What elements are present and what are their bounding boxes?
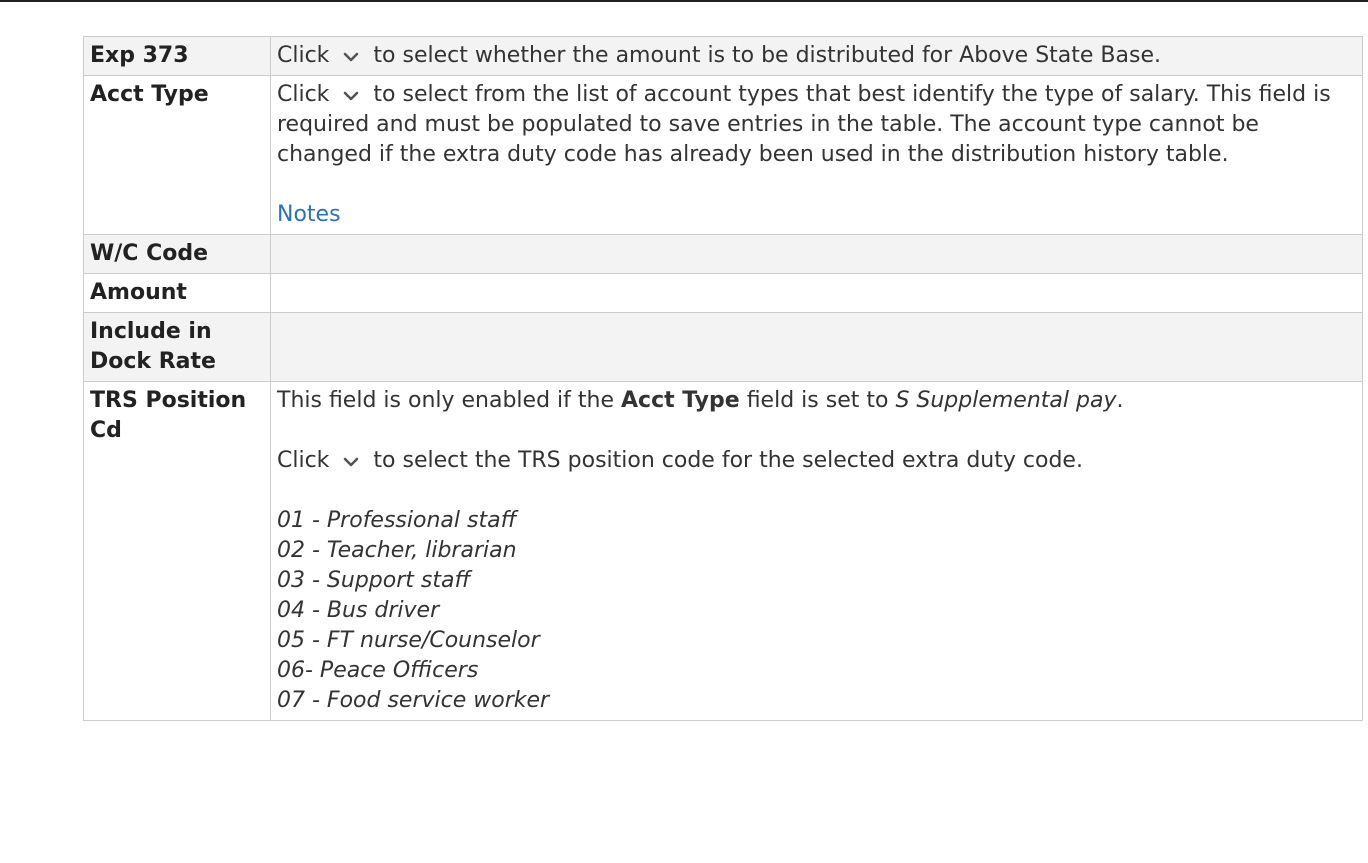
field-description: Click to select whether the amount is to… (270, 36, 1363, 76)
table-row-exp-373: Exp 373 Click to select whether the amou… (83, 36, 1363, 76)
table-row-acct-type: Acct Type Click to select from the list … (83, 75, 1363, 235)
field-description (270, 234, 1363, 274)
chevron-down-icon (336, 80, 366, 110)
notes-link[interactable]: Notes (277, 202, 341, 227)
list-item: 01 - Professional staff (277, 508, 517, 533)
list-item: 03 - Support staff (277, 568, 471, 593)
field-name: Exp 373 (83, 36, 271, 76)
list-item: 02 - Teacher, librarian (277, 538, 517, 563)
field-name: Include in Dock Rate (83, 312, 271, 382)
field-description (270, 312, 1363, 382)
list-item: 06- Peace Officers (277, 658, 479, 683)
field-description: Click to select from the list of account… (270, 75, 1363, 235)
table-row-include-in-dock-rate: Include in Dock Rate (83, 312, 1363, 382)
description-text: Click (277, 82, 330, 107)
description-text: field is set to (746, 388, 889, 413)
field-name: TRS Position Cd (83, 381, 271, 721)
field-description-table: Exp 373 Click to select whether the amou… (83, 36, 1363, 721)
description-text: This field is only enabled if the (277, 388, 614, 413)
description-paragraph: Click to select the TRS position code fo… (277, 446, 1356, 476)
description-paragraph: This field is only enabled if the Acct T… (277, 386, 1356, 416)
description-text: . (1116, 388, 1124, 413)
description-text: to select the TRS position code for the … (373, 448, 1083, 473)
field-description (270, 273, 1363, 313)
field-description: This field is only enabled if the Acct T… (270, 381, 1363, 721)
list-item: 05 - FT nurse/Counselor (277, 628, 540, 653)
description-text: to select from the list of account types… (277, 82, 1331, 167)
chevron-down-icon (336, 446, 366, 476)
description-text: to select whether the amount is to be di… (373, 43, 1161, 68)
field-reference-bold: Acct Type (621, 388, 740, 413)
table-row-amount: Amount (83, 273, 1363, 313)
field-name: Amount (83, 273, 271, 313)
description-paragraph: Click to select from the list of account… (277, 80, 1356, 170)
field-name: W/C Code (83, 234, 271, 274)
position-code-list: 01 - Professional staff 02 - Teacher, li… (277, 506, 1356, 716)
list-item: 04 - Bus driver (277, 598, 440, 623)
description-text: Click (277, 43, 330, 68)
table-row-wc-code: W/C Code (83, 234, 1363, 274)
notes-paragraph: Notes (277, 200, 1356, 230)
top-rule (0, 0, 1368, 2)
table-row-trs-position-cd: TRS Position Cd This field is only enabl… (83, 381, 1363, 721)
field-name: Acct Type (83, 75, 271, 235)
chevron-down-icon (336, 41, 366, 71)
list-item: 07 - Food service worker (277, 688, 550, 713)
value-reference-italic: S Supplemental pay (895, 388, 1117, 413)
description-text: Click (277, 448, 330, 473)
